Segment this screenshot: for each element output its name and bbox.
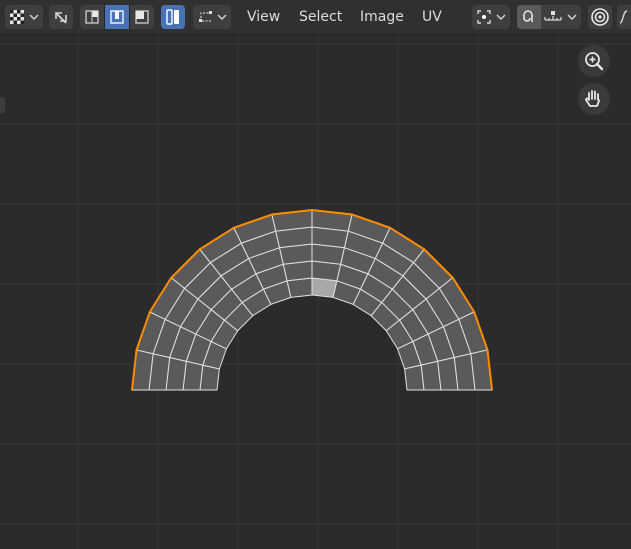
snap-target-dropdown[interactable]	[541, 5, 581, 29]
editor-type-dropdown[interactable]	[5, 5, 43, 29]
zoom-icon	[585, 52, 604, 71]
pivot-point-dropdown[interactable]	[472, 5, 510, 29]
pivot-point-icon	[477, 10, 506, 24]
active-uv-face[interactable]	[311, 277, 338, 298]
edge-select-icon	[110, 10, 124, 24]
menu-uv[interactable]: UV	[422, 7, 442, 27]
uv-face[interactable]	[404, 364, 425, 391]
checker-uv-icon	[10, 10, 39, 24]
sync-selection-button[interactable]	[49, 5, 73, 29]
hand-pan-icon	[585, 90, 600, 107]
island-select-button[interactable]	[161, 5, 185, 29]
snap-increment-icon	[544, 11, 577, 21]
vertex-select-icon	[85, 10, 99, 24]
sticky-selection-dropdown[interactable]	[193, 5, 231, 29]
sidebar-toggle-tab[interactable]	[0, 97, 5, 113]
zoom-button[interactable]	[578, 45, 610, 77]
vertex-select-button[interactable]	[80, 5, 104, 29]
menu-image[interactable]: Image	[360, 7, 404, 27]
menu-view[interactable]: View	[247, 7, 280, 27]
sticky-selection-icon	[199, 11, 227, 22]
uv-face[interactable]	[199, 364, 220, 391]
falloff-curve-icon	[619, 10, 628, 24]
proportional-edit-button[interactable]	[588, 5, 612, 29]
island-select-icon	[166, 9, 179, 25]
proportional-edit-icon	[591, 8, 609, 26]
face-select-button[interactable]	[130, 5, 154, 29]
snap-toggle-button[interactable]	[517, 5, 541, 29]
uv-face[interactable]	[286, 277, 313, 298]
menu-select[interactable]: Select	[299, 7, 342, 27]
uv-mesh-island[interactable]	[131, 208, 493, 391]
face-select-icon	[135, 10, 149, 24]
uv-editor-header: View Select Image UV	[0, 0, 631, 35]
uv-grid	[0, 35, 631, 549]
sync-arrows-icon	[55, 12, 67, 24]
proportional-falloff-dropdown[interactable]	[617, 5, 631, 29]
uv-viewport[interactable]	[0, 35, 631, 549]
edge-select-button[interactable]	[105, 5, 129, 29]
pan-button[interactable]	[578, 83, 610, 115]
snap-magnet-icon	[523, 10, 533, 22]
